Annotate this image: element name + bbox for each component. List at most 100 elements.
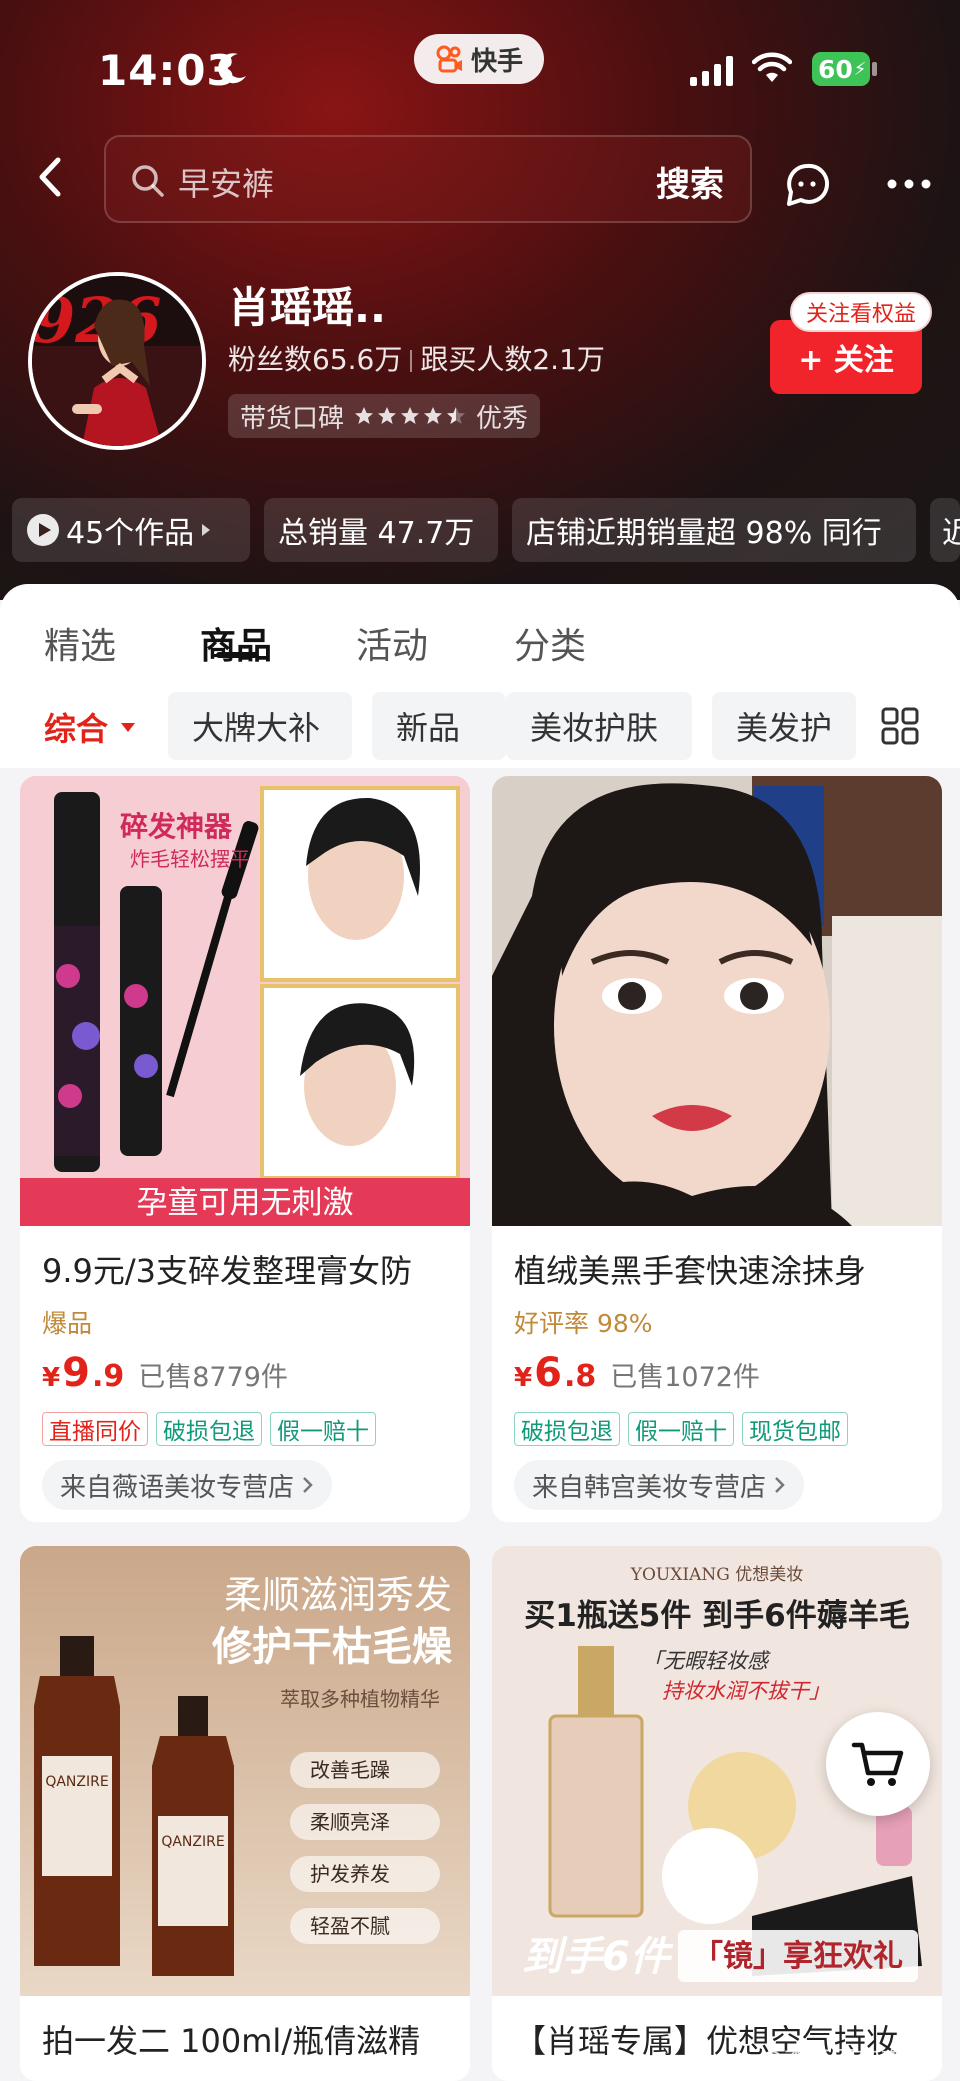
customer-service-icon[interactable] — [782, 160, 832, 210]
product-card[interactable]: 柔顺滋润秀发 修护干枯毛燥 萃取多种植物精华 QANZIRE QANZIRE 改… — [20, 1546, 470, 2081]
filter-tag[interactable]: 新品 — [372, 692, 506, 760]
product-image: 孕童可用无刺激 碎发神器 炸毛轻松摆平 — [20, 776, 470, 1226]
search-input[interactable]: 早安裤 — [178, 159, 274, 205]
battery-indicator: 60 ⚡ — [812, 52, 870, 86]
grid-view-icon[interactable] — [880, 706, 920, 746]
shop-rank-chip: 店铺近期销量超 98% 同行 — [512, 498, 916, 562]
filter-tag[interactable]: 大牌大补 — [168, 692, 352, 760]
svg-text:YOUXIANG 优想美妆: YOUXIANG 优想美妆 — [630, 1565, 803, 1585]
badge: 直播同价 — [42, 1412, 148, 1446]
cart-button[interactable] — [826, 1712, 930, 1816]
product-price: ¥6.8 已售1072件 — [514, 1350, 760, 1396]
shop-link[interactable]: 来自韩宫美妆专营店 — [514, 1460, 805, 1510]
more-stats-chip: 近 — [930, 498, 960, 562]
tab-activities[interactable]: 活动 — [356, 617, 428, 669]
svg-text:QANZIRE: QANZIRE — [161, 1834, 224, 1850]
product-title: 9.9元/3支碎发整理膏女防 — [42, 1252, 413, 1290]
chevron-right-icon — [303, 1477, 313, 1493]
search-button[interactable]: 搜索 — [656, 157, 724, 206]
play-icon — [27, 514, 59, 546]
badge: 假一赔十 — [270, 1412, 376, 1446]
works-count: 45个作品 — [66, 516, 195, 551]
tab-featured[interactable]: 精选 — [44, 617, 116, 669]
watermark: @李不百查奋斗 — [760, 2046, 928, 2074]
product-image: 柔顺滋润秀发 修护干枯毛燥 萃取多种植物精华 QANZIRE QANZIRE 改… — [20, 1546, 470, 1996]
svg-text:「无暇轻妆感: 「无暇轻妆感 — [642, 1649, 771, 1673]
svg-text:柔顺亮泽: 柔顺亮泽 — [310, 1810, 390, 1834]
product-tag: 爆品 — [42, 1309, 93, 1338]
sold-count: 已售1072件 — [610, 1362, 760, 1393]
profile-stats: 粉丝数65.6万 跟买人数2.1万 — [228, 338, 605, 378]
shop-link[interactable]: 来自薇语美妆专营店 — [42, 1460, 333, 1510]
reputation-badge[interactable]: 带货口碑 优秀 — [228, 394, 541, 438]
rating-label: 带货口碑 — [240, 403, 345, 434]
svg-text:柔顺滋润秀发: 柔顺滋润秀发 — [224, 1573, 452, 1617]
chevron-right-icon — [202, 524, 211, 536]
svg-text:护发养发: 护发养发 — [310, 1862, 390, 1886]
product-card[interactable]: 植绒美黑手套快速涂抹身 好评率 98% ¥6.8 已售1072件 破损包退 假一赔… — [492, 776, 942, 1522]
rating-stars — [354, 406, 466, 426]
wifi-icon — [752, 52, 792, 82]
tab-bar: 精选 商品 活动 分类 — [0, 605, 960, 675]
star-icon — [401, 407, 420, 424]
half-star-icon — [447, 407, 466, 424]
works-chip[interactable]: 45个作品 — [12, 498, 250, 562]
svg-text:到手6件: 到手6件 — [522, 1934, 674, 1980]
tab-products[interactable]: 商品 — [200, 617, 272, 669]
badge: 现货包邮 — [742, 1412, 848, 1446]
badge: 破损包退 — [156, 1412, 262, 1446]
app-badge[interactable]: 快手 — [414, 34, 544, 84]
product-price: ¥9.9 已售8779件 — [42, 1350, 288, 1396]
svg-text:碎发神器: 碎发神器 — [120, 810, 233, 843]
avatar[interactable]: 926 — [28, 272, 206, 450]
follow-benefits-tag[interactable]: 关注看权益 — [790, 292, 933, 332]
svg-text:孕童可用无刺激: 孕童可用无刺激 — [137, 1185, 354, 1221]
svg-text:轻盈不腻: 轻盈不腻 — [310, 1914, 390, 1938]
star-icon — [378, 407, 397, 424]
shopping-cart-icon — [851, 1742, 904, 1786]
svg-text:QANZIRE: QANZIRE — [45, 1774, 108, 1790]
filter-tag[interactable]: 美妆护肤 — [506, 692, 692, 760]
product-badges: 直播同价 破损包退 假一赔十 — [42, 1412, 376, 1446]
chevron-right-icon — [775, 1477, 785, 1493]
filter-row: 综合 大牌大补 新品 美妆护肤 美发护 — [0, 690, 960, 766]
filter-tag[interactable]: 美发护 — [712, 692, 856, 760]
back-arrow-icon[interactable] — [30, 152, 70, 202]
product-card[interactable]: 孕童可用无刺激 碎发神器 炸毛轻松摆平 9.9元/3支碎发整理膏女防 爆品 ¥9… — [20, 776, 470, 1522]
product-tag: 好评率 98% — [514, 1309, 653, 1338]
moon-icon — [218, 53, 246, 84]
badge: 假一赔十 — [628, 1412, 734, 1446]
svg-text:改善毛躁: 改善毛躁 — [310, 1758, 390, 1782]
svg-text:萃取多种植物精华: 萃取多种植物精华 — [280, 1687, 440, 1711]
search-icon — [132, 165, 164, 197]
total-sales-chip: 总销量 47.7万 — [264, 498, 498, 562]
search-box[interactable]: 早安裤 搜索 — [104, 135, 752, 223]
svg-text:「镜」享狂欢礼: 「镜」享狂欢礼 — [693, 1939, 903, 1974]
sold-count: 已售8779件 — [138, 1362, 288, 1393]
badge: 破损包退 — [514, 1412, 620, 1446]
product-title: 植绒美黑手套快速涂抹身 — [514, 1252, 867, 1290]
sort-dropdown[interactable]: 综合 — [44, 704, 136, 750]
caret-down-icon — [121, 723, 136, 732]
buyers-count: 跟买人数2.1万 — [420, 343, 605, 376]
product-title: 拍一发二 100ml/瓶倩滋精 — [42, 2022, 421, 2060]
svg-text:炸毛轻松摆平: 炸毛轻松摆平 — [130, 847, 250, 871]
total-sales: 总销量 47.7万 — [278, 516, 475, 551]
active-tab-indicator — [216, 652, 258, 658]
product-badges: 破损包退 假一赔十 现货包邮 — [514, 1412, 848, 1446]
shop-rank: 店铺近期销量超 98% 同行 — [526, 516, 882, 551]
fans-count: 粉丝数65.6万 — [228, 343, 403, 376]
sort-label: 综合 — [44, 710, 109, 748]
status-bar: 14:03 快手 60 ⚡ — [0, 0, 960, 130]
star-icon — [355, 407, 374, 424]
profile-name: 肖瑶瑶.. — [228, 283, 386, 332]
more-stats: 近 — [942, 516, 960, 551]
tab-categories[interactable]: 分类 — [514, 617, 586, 669]
app-name: 快手 — [470, 46, 523, 77]
svg-text:修护干枯毛燥: 修护干枯毛燥 — [212, 1624, 453, 1670]
avatar-illustration: 926 — [32, 276, 202, 446]
more-options-icon[interactable] — [884, 172, 934, 196]
product-image — [492, 776, 942, 1226]
svg-text:买1瓶送5件 到手6件薅羊毛: 买1瓶送5件 到手6件薅羊毛 — [524, 1598, 910, 1634]
cellular-signal-icon — [690, 56, 733, 86]
